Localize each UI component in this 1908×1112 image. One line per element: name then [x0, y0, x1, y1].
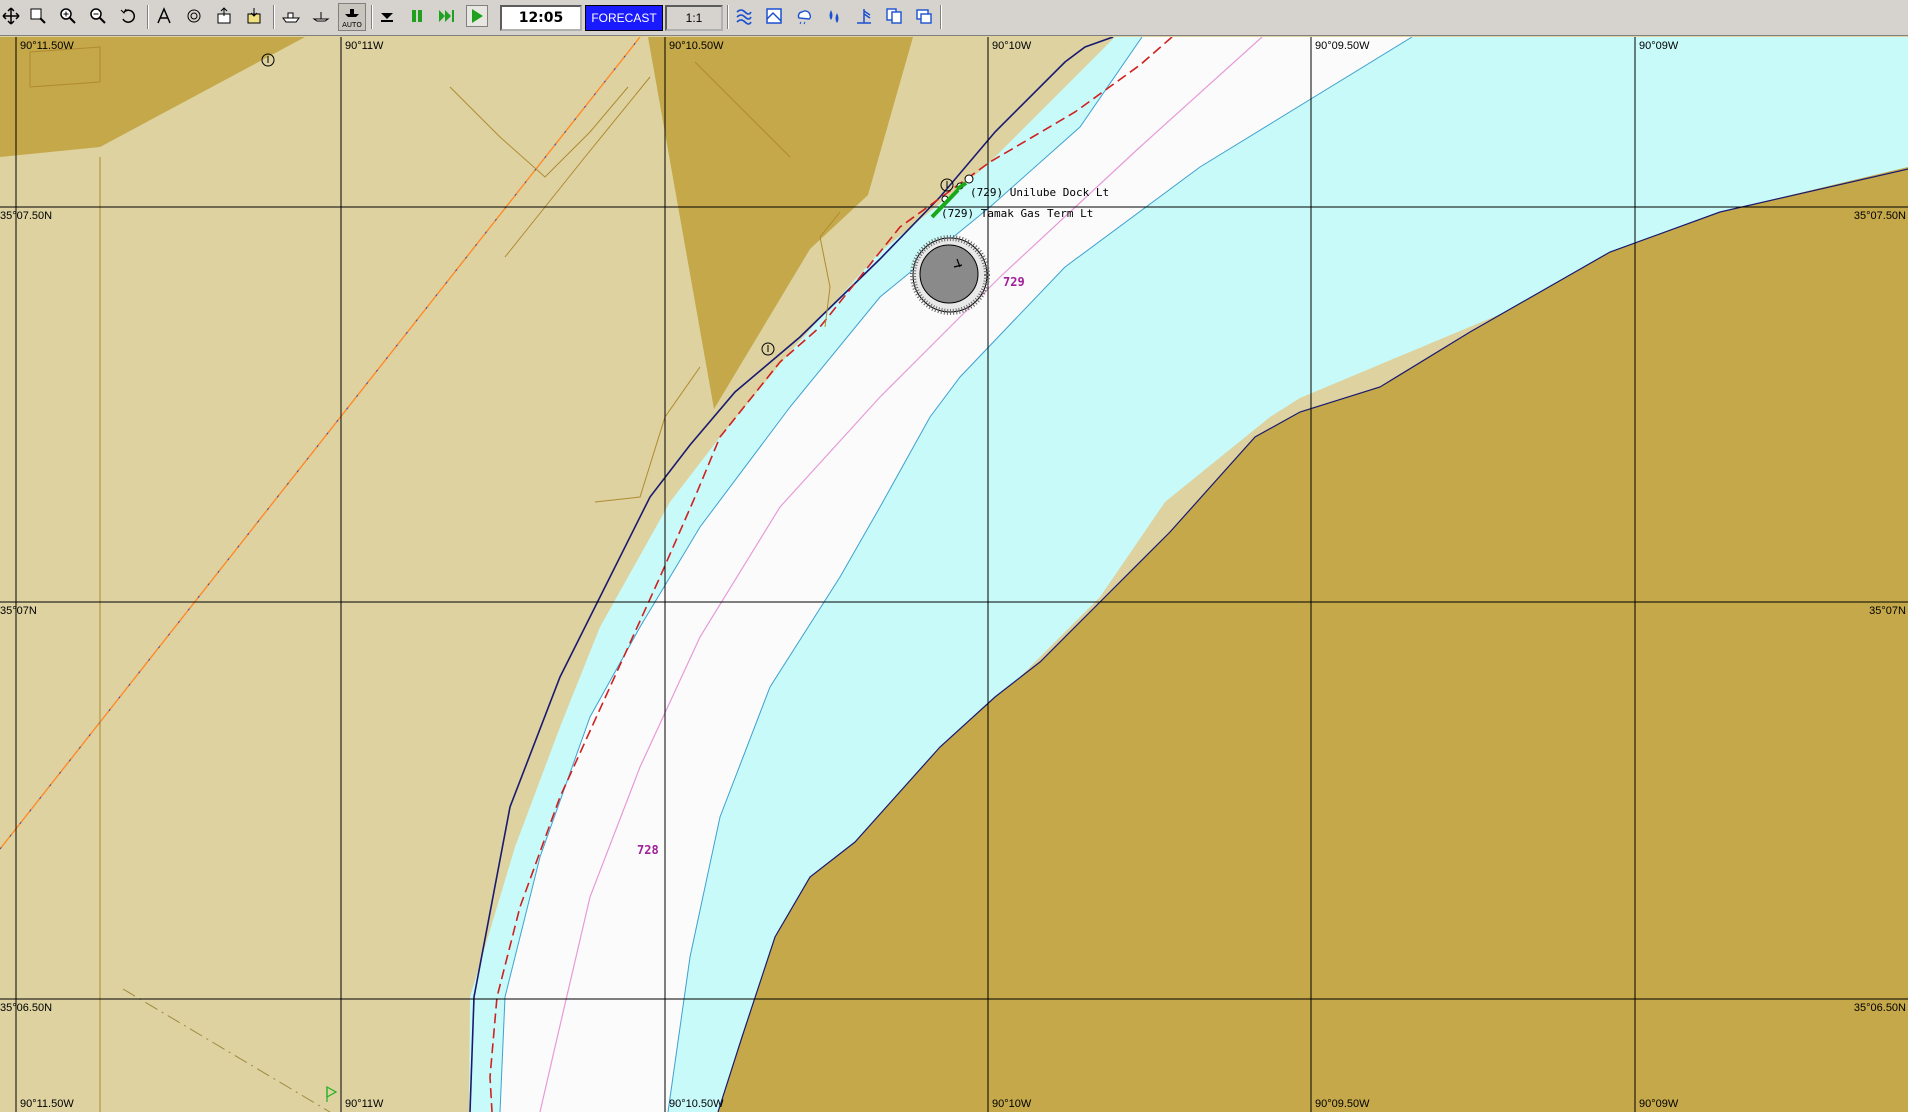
lon-label-top: 90°11W [345, 40, 384, 52]
unilube-dock-light-label[interactable]: (729) Unilube Dock Lt [970, 187, 1109, 198]
ship-mode-icon[interactable] [310, 5, 332, 27]
zoom-box-icon[interactable] [27, 5, 49, 27]
copy-icon[interactable] [883, 5, 905, 27]
zoom-out-icon[interactable] [87, 5, 109, 27]
wind-icon[interactable] [853, 5, 875, 27]
lon-label-bottom: 90°10W [992, 1098, 1032, 1110]
lat-label-left: 35°07N [0, 605, 37, 617]
auto-button[interactable]: AUTO [338, 3, 366, 31]
lon-label-bottom: 90°09W [1639, 1098, 1679, 1110]
lat-label-left: 35°07.50N [0, 210, 53, 222]
undo-zoom-icon[interactable] [117, 5, 139, 27]
lon-label-top: 90°09W [1639, 40, 1679, 52]
tides-icon[interactable] [823, 5, 845, 27]
import-icon[interactable] [243, 5, 265, 27]
play-icon[interactable] [466, 5, 488, 27]
time-field[interactable]: 12:05 [500, 5, 582, 31]
lat-label-right: 35°07.50N [1853, 210, 1906, 222]
tamak-gas-terminal-light-label[interactable]: (729) Tamak Gas Term Lt [941, 208, 1093, 219]
chart-layer-icon[interactable] [763, 5, 785, 27]
auto-label: AUTO [342, 21, 362, 29]
lat-label-right: 35°06.50N [1853, 1002, 1906, 1014]
forecast-button[interactable]: FORECAST [585, 5, 663, 31]
river-mile-728: 728 [637, 843, 659, 857]
lat-label-right: 35°07N [1869, 605, 1906, 617]
export-icon[interactable] [213, 5, 235, 27]
lon-label-bottom: 90°11W [345, 1098, 384, 1110]
nautical-chart[interactable]: 90°11.50W 90°11W 90°10.50W 90°10W 90°09.… [0, 37, 1908, 1112]
lon-label-bottom: 90°11.50W [20, 1098, 74, 1110]
pan-icon[interactable] [0, 5, 22, 27]
lon-label-top: 90°10.50W [669, 40, 724, 52]
lon-label-bottom: 90°10.50W [669, 1098, 724, 1110]
target-icon[interactable] [183, 5, 205, 27]
window-icon[interactable] [913, 5, 935, 27]
toolbar: AUTO 12:05 FORECAST 1:1 [0, 0, 1908, 36]
lon-label-top: 90°10W [992, 40, 1032, 52]
lon-label-top: 90°11.50W [20, 40, 74, 52]
eject-icon[interactable] [376, 5, 398, 27]
lon-label-top: 90°09.50W [1315, 40, 1370, 52]
anchor-icon [919, 244, 979, 304]
weather-icon[interactable] [793, 5, 815, 27]
lat-label-left: 35°06.50N [0, 1002, 53, 1014]
lon-label-bottom: 90°09.50W [1315, 1098, 1370, 1110]
vessel-icon[interactable] [280, 5, 302, 27]
currents-icon[interactable] [733, 5, 755, 27]
fast-forward-icon[interactable] [436, 5, 458, 27]
scale-field[interactable]: 1:1 [665, 5, 723, 31]
pause-icon[interactable] [406, 5, 428, 27]
zoom-in-icon[interactable] [57, 5, 79, 27]
river-mile-729: 729 [1003, 275, 1025, 289]
route-icon[interactable] [153, 5, 175, 27]
chart-canvas[interactable] [0, 37, 1908, 1112]
